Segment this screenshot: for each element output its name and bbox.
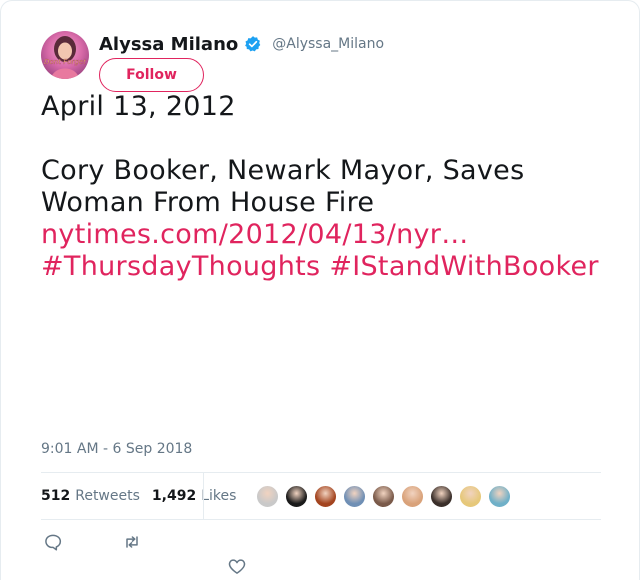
reply-icon[interactable] — [43, 532, 63, 552]
hashtag-thursday-thoughts[interactable]: #ThursdayThoughts — [41, 251, 320, 282]
retweets-stat[interactable]: 512 Retweets — [41, 488, 140, 504]
display-name[interactable]: Alyssa Milano — [99, 34, 238, 55]
likes-count: 1,492 — [151, 488, 197, 504]
tweet-timestamp[interactable]: 9:01 AM - 6 Sep 2018 — [41, 441, 192, 457]
hashtag-istandwithbooker[interactable]: #IStandWithBooker — [329, 251, 598, 282]
liker-avatars — [255, 483, 516, 509]
tweet-link[interactable]: nytimes.com/2012/04/13/nyr… — [41, 219, 469, 250]
liker-avatar[interactable] — [458, 483, 483, 509]
liker-avatar[interactable] — [400, 483, 425, 509]
tweet-line-gap — [41, 123, 621, 155]
tweet-headline-line-2: Woman From House Fire — [41, 187, 375, 218]
name-row: Alyssa Milano @Alyssa_Milano — [99, 31, 384, 57]
verified-badge-icon — [245, 36, 261, 52]
svg-text:Dont Forget: Dont Forget — [44, 58, 86, 66]
follow-button[interactable]: Follow — [99, 58, 204, 92]
profile-photo-icon: Dont Forget — [44, 36, 86, 79]
liker-avatar[interactable] — [255, 483, 280, 509]
tweet-headline-line-1: Cory Booker, Newark Mayor, Saves — [41, 155, 525, 186]
likes-stat[interactable]: 1,492 Likes — [152, 488, 237, 504]
user-handle[interactable]: @Alyssa_Milano — [272, 36, 384, 52]
divider — [41, 519, 601, 520]
liker-avatar[interactable] — [429, 483, 454, 509]
liker-avatar[interactable] — [487, 483, 512, 509]
avatar[interactable]: Dont Forget — [41, 31, 89, 79]
retweet-icon[interactable] — [122, 532, 142, 552]
tweet-date-line: April 13, 2012 — [41, 91, 236, 122]
retweets-label: Retweets — [75, 488, 140, 504]
liker-avatar[interactable] — [313, 483, 338, 509]
liker-avatar[interactable] — [284, 483, 309, 509]
retweets-count: 512 — [41, 488, 71, 504]
tweet-card: Dont Forget Alyssa Milano @Alyssa_Milano… — [0, 0, 640, 580]
tweet-actions — [41, 529, 601, 581]
stats-separator — [203, 473, 204, 519]
likes-label: Likes — [201, 488, 237, 504]
liker-avatar[interactable] — [342, 483, 367, 509]
liker-avatar[interactable] — [371, 483, 396, 509]
like-icon[interactable] — [227, 556, 247, 576]
tweet-text: April 13, 2012 Cory Booker, Newark Mayor… — [41, 91, 621, 283]
